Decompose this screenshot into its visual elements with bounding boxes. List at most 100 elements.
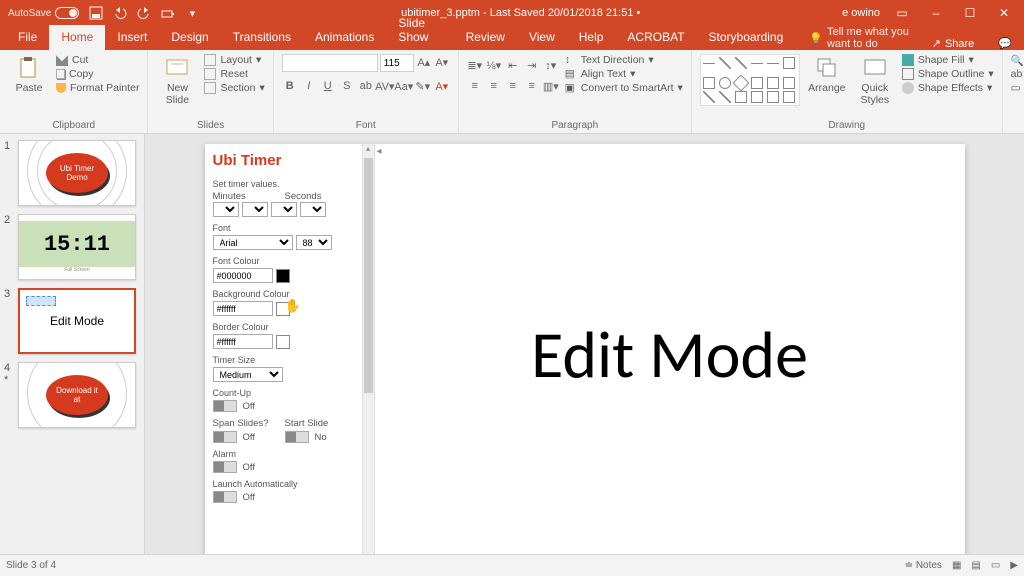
qat-dropdown-icon[interactable]: ▾	[185, 6, 199, 20]
font-size-select[interactable]	[380, 54, 414, 72]
convert-smartart-button[interactable]: ▣Convert to SmartArt ▾	[565, 82, 683, 94]
align-text-button[interactable]: ▤Align Text ▾	[565, 68, 683, 80]
timer-size-select[interactable]: Medium	[213, 367, 283, 382]
comments-icon[interactable]: 💬	[986, 37, 1024, 50]
autosave-toggle[interactable]: AutoSave	[8, 7, 79, 19]
tab-animations[interactable]: Animations	[303, 25, 386, 50]
quick-styles-button[interactable]: Quick Styles	[854, 54, 896, 106]
tab-storyboarding[interactable]: Storyboarding	[697, 25, 796, 50]
line-spacing-button[interactable]: ↕▾	[543, 57, 559, 73]
char-spacing-button[interactable]: AV▾	[377, 78, 393, 94]
minutes-ones-select[interactable]: 0	[242, 202, 268, 217]
layout-button[interactable]: Layout ▾	[204, 54, 264, 66]
undo-icon[interactable]	[113, 6, 127, 20]
italic-button[interactable]: I	[301, 78, 317, 94]
slide-editor[interactable]: Ubi Timer Set timer values. Minutes Seco…	[145, 134, 1024, 554]
bg-colour-input[interactable]	[213, 301, 273, 316]
tab-design[interactable]: Design	[159, 25, 220, 50]
collapse-pane-icon[interactable]: ◂	[376, 146, 381, 157]
scroll-up-icon[interactable]: ▴	[363, 144, 374, 156]
from-beginning-icon[interactable]	[161, 6, 175, 20]
align-right-button[interactable]: ≡	[505, 78, 521, 94]
format-painter-button[interactable]: Format Painter	[56, 82, 139, 94]
start-slide-toggle[interactable]	[285, 431, 309, 443]
shapes-gallery[interactable]	[700, 54, 800, 106]
view-normal-icon[interactable]: ▦	[952, 560, 961, 571]
pane-scrollbar[interactable]: ▴ ▾	[362, 144, 374, 554]
font-colour-swatch[interactable]	[276, 269, 290, 283]
seconds-tens-select[interactable]: 1	[271, 202, 297, 217]
scroll-down-icon[interactable]: ▾	[363, 552, 374, 554]
shape-effects-button[interactable]: Shape Effects ▾	[902, 82, 994, 94]
align-center-button[interactable]: ≡	[486, 78, 502, 94]
decrease-font-icon[interactable]: A▾	[434, 54, 450, 70]
save-icon[interactable]	[89, 6, 103, 20]
paste-button[interactable]: Paste	[8, 54, 50, 94]
view-reading-icon[interactable]: ▭	[991, 560, 1000, 571]
decrease-indent-button[interactable]: ⇤	[505, 57, 521, 73]
shape-outline-button[interactable]: Shape Outline ▾	[902, 68, 994, 80]
bold-button[interactable]: B	[282, 78, 298, 94]
font-family-select-pane[interactable]: Arial	[213, 235, 293, 250]
tab-review[interactable]: Review	[454, 25, 517, 50]
numbering-button[interactable]: ⅛▾	[486, 57, 502, 73]
slide-counter[interactable]: Slide 3 of 4	[6, 560, 56, 571]
count-up-toggle[interactable]	[213, 400, 237, 412]
slide-thumb-1[interactable]: Ubi Timer Demo	[18, 140, 136, 206]
underline-button[interactable]: U	[320, 78, 336, 94]
tab-help[interactable]: Help	[567, 25, 616, 50]
alarm-toggle[interactable]	[213, 461, 237, 473]
increase-font-icon[interactable]: A▴	[416, 54, 432, 70]
select-button[interactable]: ▭Select ▾	[1011, 82, 1024, 94]
shape-fill-button[interactable]: Shape Fill ▾	[902, 54, 994, 66]
view-sorter-icon[interactable]: ▤	[971, 560, 980, 571]
close-icon[interactable]: ✕	[992, 6, 1016, 20]
replace-button[interactable]: abReplace ▾	[1011, 68, 1024, 80]
minimize-icon[interactable]: –	[924, 6, 948, 20]
tab-transitions[interactable]: Transitions	[221, 25, 303, 50]
tab-acrobat[interactable]: ACROBAT	[615, 25, 696, 50]
arrange-button[interactable]: Arrange	[806, 54, 848, 94]
launch-toggle[interactable]	[213, 491, 237, 503]
slide-thumbnails-pane[interactable]: 1 Ubi Timer Demo 2 15:11 Full Screen 3 E…	[0, 134, 145, 554]
text-direction-button[interactable]: ↕Text Direction ▾	[565, 54, 683, 66]
scroll-thumb[interactable]	[364, 158, 373, 393]
shadow-button[interactable]: ab	[358, 78, 374, 94]
font-family-select[interactable]	[282, 54, 378, 72]
slide-thumb-4[interactable]: Download it at	[18, 362, 136, 428]
reset-button[interactable]: Reset	[204, 68, 264, 80]
tab-file[interactable]: File	[6, 25, 49, 50]
new-slide-button[interactable]: New Slide	[156, 54, 198, 106]
strikethrough-button[interactable]: S	[339, 78, 355, 94]
tab-slideshow[interactable]: Slide Show	[386, 11, 453, 50]
slide-thumb-3[interactable]: Edit Mode	[18, 288, 136, 354]
slide-body[interactable]: Edit Mode	[375, 144, 965, 554]
highlight-button[interactable]: ✎▾	[415, 78, 431, 94]
slide-thumb-2[interactable]: 15:11 Full Screen	[18, 214, 136, 280]
view-slideshow-icon[interactable]: ▶	[1010, 560, 1018, 571]
font-colour-input[interactable]	[213, 268, 273, 283]
tell-me-search[interactable]: 💡Tell me what you want to do	[809, 26, 919, 50]
increase-indent-button[interactable]: ⇥	[524, 57, 540, 73]
tab-insert[interactable]: Insert	[105, 25, 159, 50]
span-slides-toggle[interactable]	[213, 431, 237, 443]
columns-button[interactable]: ▥▾	[543, 78, 559, 94]
tab-view[interactable]: View	[517, 25, 567, 50]
redo-icon[interactable]	[137, 6, 151, 20]
border-colour-swatch[interactable]	[276, 335, 290, 349]
user-name[interactable]: e owino	[842, 7, 880, 19]
border-colour-input[interactable]	[213, 334, 273, 349]
tab-home[interactable]: Home	[49, 25, 105, 50]
copy-button[interactable]: Copy	[56, 68, 139, 80]
align-left-button[interactable]: ≡	[467, 78, 483, 94]
cut-button[interactable]: Cut	[56, 54, 139, 66]
ribbon-options-icon[interactable]: ▭	[890, 6, 914, 20]
bullets-button[interactable]: ≣▾	[467, 57, 483, 73]
share-button[interactable]: ↗Share	[920, 37, 987, 50]
font-color-button[interactable]: A▾	[434, 78, 450, 94]
section-button[interactable]: Section ▾	[204, 82, 264, 94]
font-size-select-pane[interactable]: 88	[296, 235, 332, 250]
slide-title-text[interactable]: Edit Mode	[531, 314, 808, 395]
change-case-button[interactable]: Aa▾	[396, 78, 412, 94]
justify-button[interactable]: ≡	[524, 78, 540, 94]
